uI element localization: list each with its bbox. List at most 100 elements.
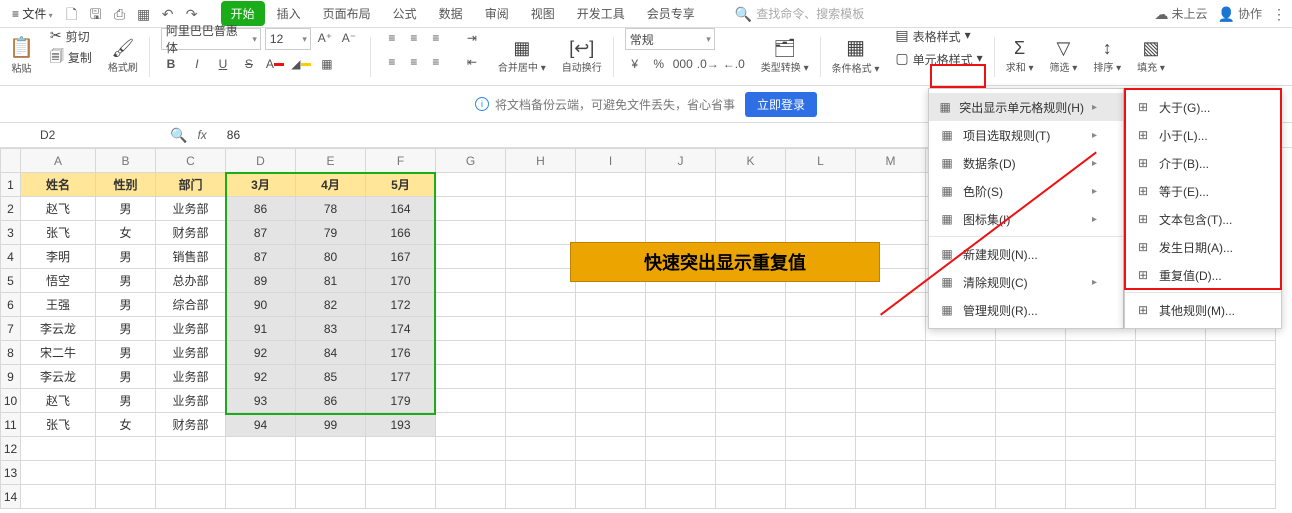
- cell[interactable]: [646, 293, 716, 317]
- cell[interactable]: [366, 437, 436, 461]
- save-icon[interactable]: 🖫: [85, 3, 107, 25]
- cell[interactable]: [576, 437, 646, 461]
- cell[interactable]: 李明: [21, 245, 96, 269]
- cell[interactable]: 姓名: [21, 173, 96, 197]
- menu-item[interactable]: ▦数据条(D)▸: [929, 149, 1123, 177]
- cell[interactable]: [716, 413, 786, 437]
- cell[interactable]: [1136, 437, 1206, 461]
- cell[interactable]: [856, 485, 926, 509]
- menu-item[interactable]: ⊞大于(G)...: [1125, 93, 1281, 121]
- cell[interactable]: 悟空: [21, 269, 96, 293]
- cell[interactable]: [96, 437, 156, 461]
- cell[interactable]: [716, 341, 786, 365]
- cell[interactable]: [996, 485, 1066, 509]
- cell[interactable]: [436, 293, 506, 317]
- cell[interactable]: [436, 389, 506, 413]
- cell[interactable]: [506, 389, 576, 413]
- cell[interactable]: [1066, 413, 1136, 437]
- cell[interactable]: [716, 317, 786, 341]
- cell[interactable]: [926, 365, 996, 389]
- cell[interactable]: 179: [366, 389, 436, 413]
- formula-value[interactable]: 86: [227, 128, 240, 142]
- cell[interactable]: [1066, 341, 1136, 365]
- cell[interactable]: [646, 317, 716, 341]
- menu-item[interactable]: ⊞其他规则(M)...: [1125, 296, 1281, 324]
- cell[interactable]: [1136, 365, 1206, 389]
- row-header[interactable]: 9: [1, 365, 21, 389]
- cell[interactable]: 83: [296, 317, 366, 341]
- cell[interactable]: [156, 461, 226, 485]
- cell[interactable]: 164: [366, 197, 436, 221]
- cell[interactable]: 王强: [21, 293, 96, 317]
- cell[interactable]: 84: [296, 341, 366, 365]
- align-bot-icon[interactable]: ≡: [426, 28, 446, 48]
- cell-style-button[interactable]: ▢单元格样式 ▾: [895, 51, 982, 68]
- cell[interactable]: [1206, 413, 1276, 437]
- cell[interactable]: [1206, 365, 1276, 389]
- cut-button[interactable]: ✂剪切: [50, 28, 90, 45]
- cell[interactable]: [1206, 389, 1276, 413]
- cell[interactable]: [716, 437, 786, 461]
- row-header[interactable]: 11: [1, 413, 21, 437]
- cell[interactable]: [926, 485, 996, 509]
- cell[interactable]: 86: [226, 197, 296, 221]
- tab-layout[interactable]: 页面布局: [313, 1, 381, 26]
- file-menu[interactable]: ≡ 文件 ▾: [6, 3, 59, 24]
- col-header[interactable]: E: [296, 149, 366, 173]
- cell[interactable]: 193: [366, 413, 436, 437]
- sort-button[interactable]: ↕ 排序 ▾: [1088, 28, 1126, 85]
- cell[interactable]: 176: [366, 341, 436, 365]
- cell[interactable]: [1066, 365, 1136, 389]
- menu-item[interactable]: ⊞等于(E)...: [1125, 177, 1281, 205]
- cell[interactable]: 男: [96, 269, 156, 293]
- cell[interactable]: [226, 461, 296, 485]
- cell[interactable]: [646, 389, 716, 413]
- cell[interactable]: [296, 437, 366, 461]
- cell[interactable]: 5月: [366, 173, 436, 197]
- cell[interactable]: 174: [366, 317, 436, 341]
- row-header[interactable]: 6: [1, 293, 21, 317]
- cell[interactable]: 89: [226, 269, 296, 293]
- cell[interactable]: 3月: [226, 173, 296, 197]
- dec-inc-icon[interactable]: .0→: [697, 54, 719, 74]
- cell[interactable]: [856, 293, 926, 317]
- cell[interactable]: 业务部: [156, 365, 226, 389]
- underline-button[interactable]: U: [213, 54, 233, 74]
- col-header[interactable]: B: [96, 149, 156, 173]
- cell[interactable]: [786, 173, 856, 197]
- cell[interactable]: [786, 221, 856, 245]
- cell[interactable]: [716, 221, 786, 245]
- col-header[interactable]: H: [506, 149, 576, 173]
- cell[interactable]: 81: [296, 269, 366, 293]
- align-right-icon[interactable]: ≡: [426, 52, 446, 72]
- fx-find-icon[interactable]: 🔍: [170, 128, 187, 142]
- cell[interactable]: [996, 341, 1066, 365]
- align-left-icon[interactable]: ≡: [382, 52, 402, 72]
- menu-item[interactable]: ⊞重复值(D)...: [1125, 261, 1281, 289]
- cell[interactable]: [296, 485, 366, 509]
- cell[interactable]: [156, 485, 226, 509]
- cell[interactable]: [436, 173, 506, 197]
- fill-button[interactable]: ▧ 填充 ▾: [1132, 28, 1170, 85]
- menu-item[interactable]: ▦管理规则(R)...: [929, 296, 1123, 324]
- cell[interactable]: [786, 317, 856, 341]
- cell[interactable]: [856, 389, 926, 413]
- cell[interactable]: [856, 341, 926, 365]
- cell[interactable]: 90: [226, 293, 296, 317]
- cell[interactable]: 93: [226, 389, 296, 413]
- cell[interactable]: [926, 437, 996, 461]
- table-style-button[interactable]: ▤表格样式 ▾: [895, 28, 970, 45]
- row-header[interactable]: 4: [1, 245, 21, 269]
- cloud-status[interactable]: ☁未上云: [1155, 5, 1208, 22]
- cell[interactable]: [436, 413, 506, 437]
- col-header[interactable]: D: [226, 149, 296, 173]
- cell[interactable]: [436, 461, 506, 485]
- cell[interactable]: [1136, 413, 1206, 437]
- cell[interactable]: [226, 437, 296, 461]
- menu-item[interactable]: ▦清除规则(C)▸: [929, 268, 1123, 296]
- cell[interactable]: [506, 245, 576, 269]
- cell[interactable]: [576, 413, 646, 437]
- cell[interactable]: [226, 485, 296, 509]
- col-header[interactable]: G: [436, 149, 506, 173]
- cell[interactable]: [716, 485, 786, 509]
